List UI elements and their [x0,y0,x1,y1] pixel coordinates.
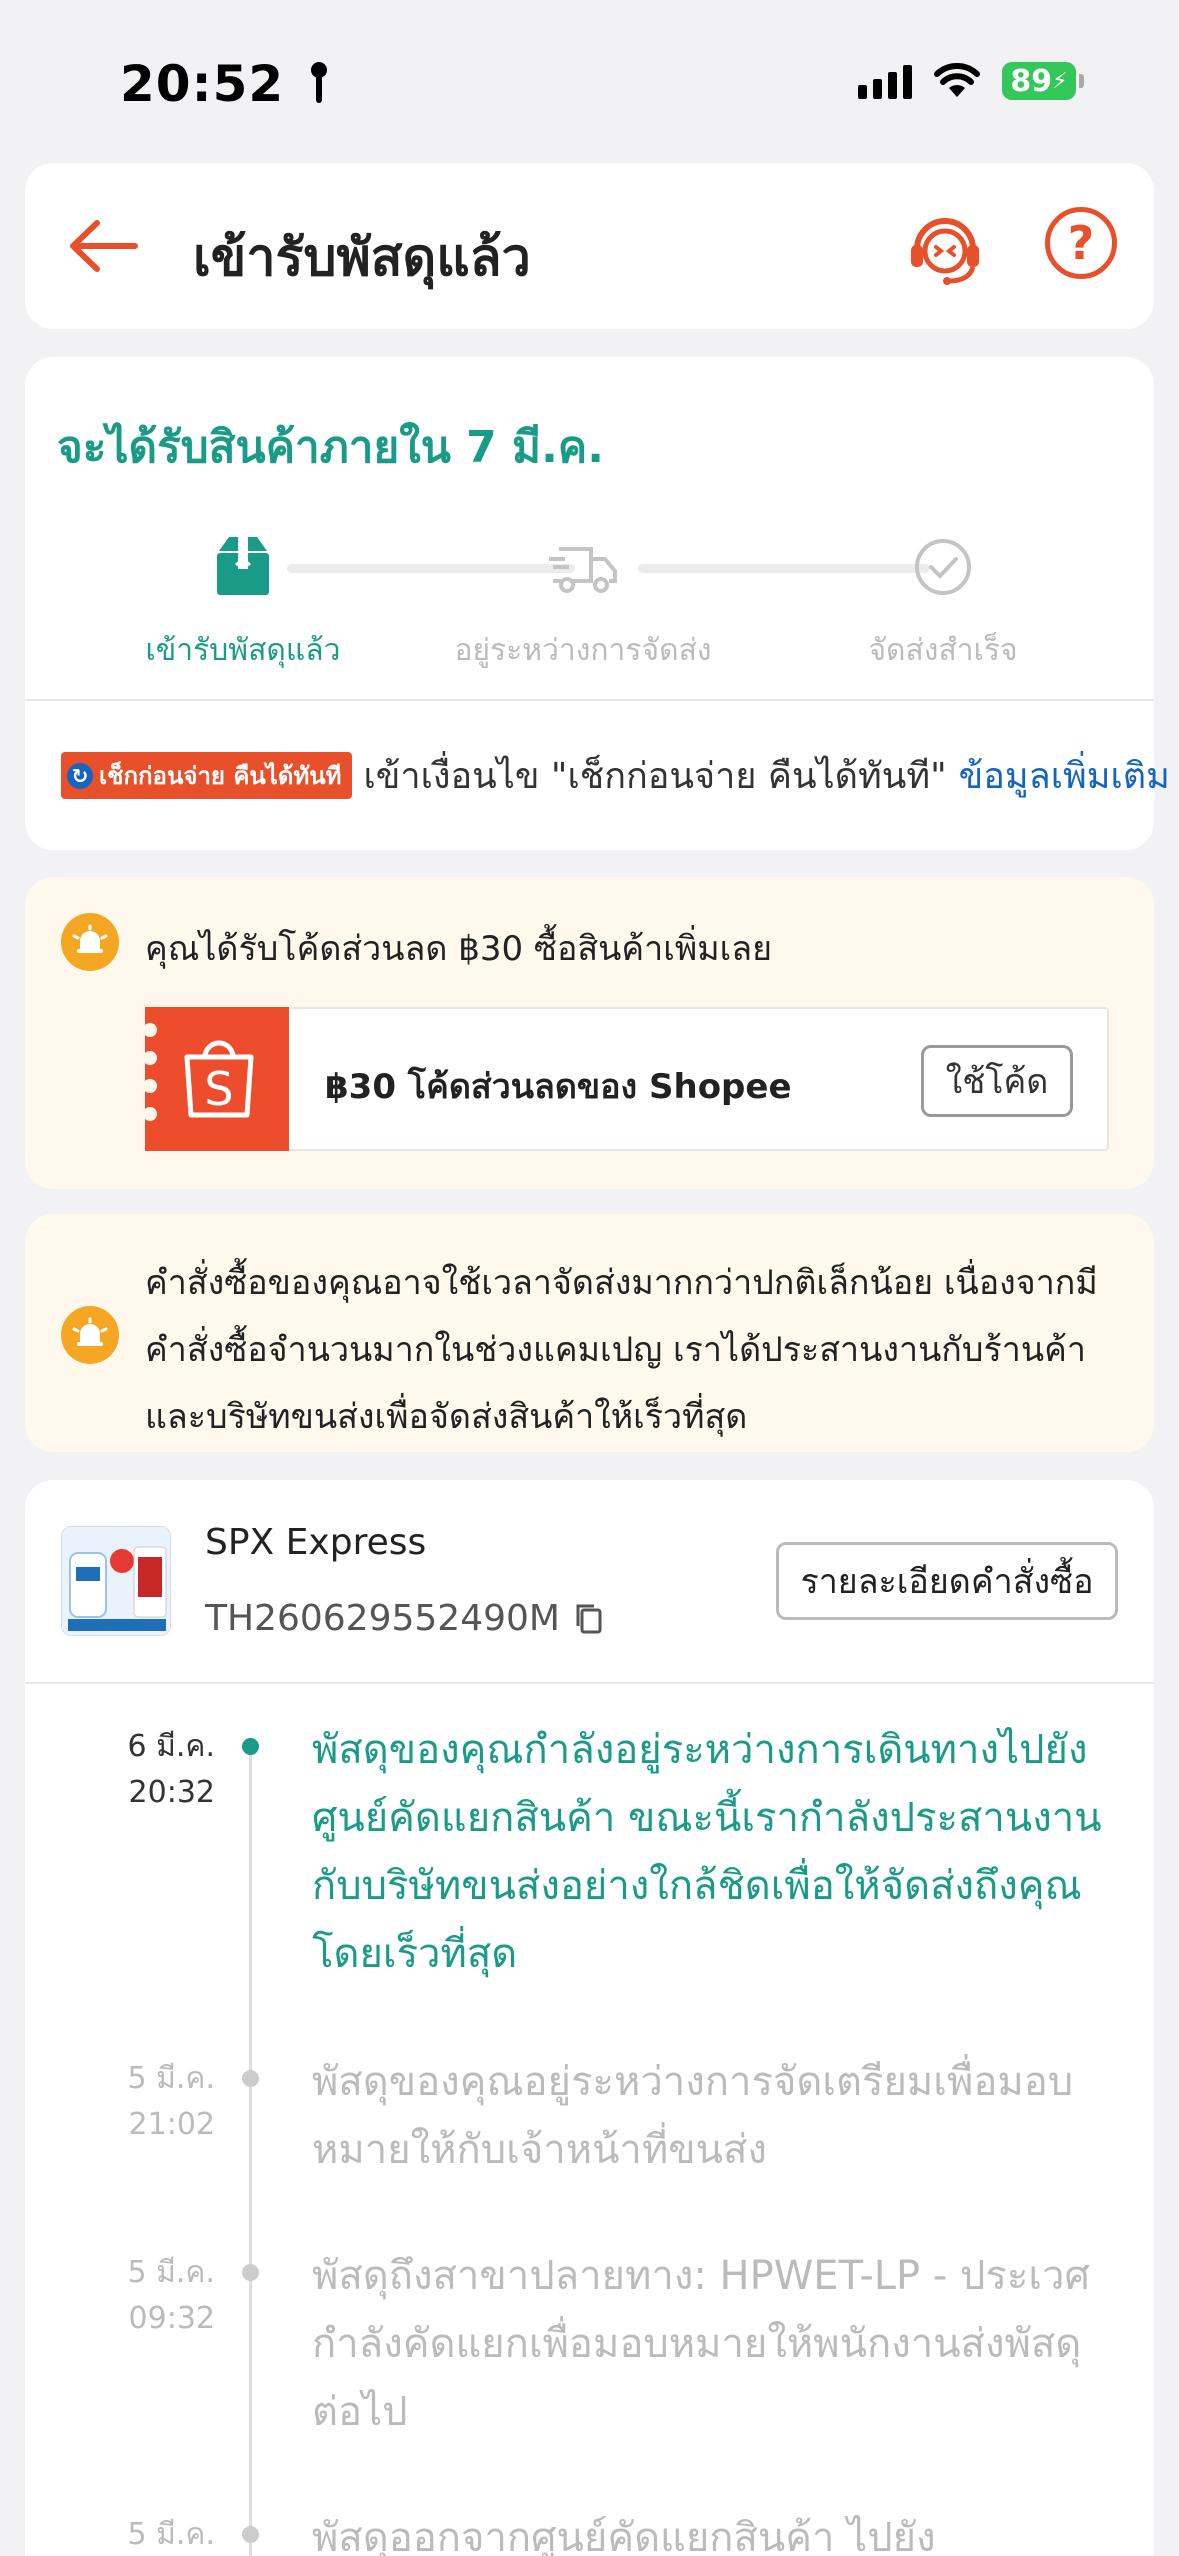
event-line: โดยเร็วที่สุด [312,1931,518,1977]
check-circle-icon [915,539,971,595]
event-description: พัสดุออกจากศูนย์คัดแยกสินค้า ไปยัง [312,2504,1122,2556]
event-datetime: 5 มี.ค. [65,2512,215,2556]
help-icon[interactable]: ? [1045,207,1117,279]
page-title: เข้ารับพัสดุแล้ว [193,228,531,288]
delivery-progress: เข้ารับพัสดุแล้ว อยู่ระหว่างการจัดส่ง จั… [25,517,1154,668]
timeline-dot [242,2264,259,2281]
back-arrow-icon[interactable] [63,211,143,281]
step-label-picked-up: เข้ารับพัสดุแล้ว [145,633,341,668]
event-line: พัสดุถึงสาขาปลายทาง: HPWET-LP - ประเวศ [312,2253,1090,2299]
voucher-ticket[interactable]: S ฿30 โค้ดส่วนลดของ Shopee ใช้โค้ด [143,1007,1109,1151]
notice-text: คำสั่งซื้อของคุณอาจใช้เวลาจัดส่งมากกว่าป… [145,1250,1125,1451]
status-bar: 20:52 89 ⚡ [0,0,1179,160]
event-line: ศูนย์คัดแยกสินค้า ขณะนี้เรากำลังประสานงา… [312,1795,1102,1841]
delivery-status-card: จะได้รับสินค้าภายใน 7 มี.ค. เข้ารับพัสดุ… [25,357,1170,850]
status-time: 20:52 [120,55,329,113]
notice-line: คำสั่งซื้อจำนวนมากในช่วงแคมเปญ เราได้ประ… [145,1330,1086,1370]
event-time: 21:02 [128,2107,215,2142]
event-time: 09:32 [128,2301,215,2336]
notice-line: และบริษัทขนส่งเพื่อจัดส่งสินค้าให้เร็วที… [145,1397,748,1437]
timeline-dot [242,2526,259,2543]
delivery-eta: จะได้รับสินค้าภายใน 7 มี.ค. [57,422,604,473]
event-line: หมายให้กับเจ้าหน้าที่ขนส่ง [312,2127,767,2173]
event-datetime: 6 มี.ค. 20:32 [65,1724,215,1816]
event-description: พัสดุถึงสาขาปลายทาง: HPWET-LP - ประเวศ ก… [312,2242,1122,2446]
cellular-signal-icon [858,63,912,99]
voucher-title: ฿30 โค้ดส่วนลดของ Shopee [325,1067,792,1107]
wifi-icon [934,63,980,97]
event-datetime: 5 มี.ค. 21:02 [65,2056,215,2148]
more-info-link[interactable]: ข้อมูลเพิ่มเติม [959,747,1170,804]
order-detail-button[interactable]: รายละเอียดคำสั่งซื้อ [776,1542,1118,1620]
step-label-delivered: จัดส่งสำเร็จ [868,633,1018,668]
event-date: 6 มี.ค. [127,1729,215,1764]
event-date: 5 มี.ค. [127,2517,215,2552]
copy-icon[interactable] [574,1602,604,1636]
event-line: กำลังคัดแยกเพื่อมอบหมายให้พนักงานส่งพัสด… [312,2321,1082,2367]
divider [25,699,1154,701]
tracking-number-row: TH260629552490M [205,1598,604,1639]
progress-line-1 [287,564,575,573]
shopee-logo: S [143,1007,289,1151]
event-line: พัสดุของคุณอยู่ระหว่างการจัดเตรียมเพื่อม… [312,2059,1074,2105]
tracking-card: SPX Express TH260629552490M รายละเอียดคำ… [25,1480,1154,2556]
event-line: กับบริษัทขนส่งอย่างใกล้ชิดเพื่อให้จัดส่ง… [312,1863,1082,1909]
event-line: พัสดุของคุณกำลังอยู่ระหว่างการเดินทางไปย… [312,1727,1088,1773]
cod-text: เข้าเงื่อนไข "เช็กก่อนจ่าย คืนได้ทันที" [363,756,947,797]
battery-level: 89 [1010,63,1053,99]
svg-text:S: S [204,1062,233,1116]
customer-support-icon[interactable] [903,205,987,289]
header-bar: เข้ารับพัสดุแล้ว ? [25,163,1154,329]
carrier-name: SPX Express [205,1522,427,1563]
step-label-in-transit: อยู่ระหว่างการจัดส่ง [454,633,712,668]
event-datetime: 5 มี.ค. 09:32 [65,2250,215,2342]
cod-info-row: ↻ เช็กก่อนจ่าย คืนได้ทันที เข้าเงื่อนไข … [61,747,1170,804]
event-description: พัสดุของคุณกำลังอยู่ระหว่างการเดินทางไปย… [312,1716,1122,1988]
event-date: 5 มี.ค. [127,2061,215,2096]
event-date: 5 มี.ค. [127,2255,215,2290]
battery-icon: 89 ⚡ [1002,62,1084,100]
product-thumbnail[interactable] [61,1526,171,1636]
divider [25,1682,1154,1684]
timeline-line [249,1738,252,2556]
bell-icon [61,913,119,971]
event-time: 20:32 [128,1775,215,1810]
event-description: พัสดุของคุณอยู่ระหว่างการจัดเตรียมเพื่อม… [312,2048,1122,2184]
voucher-message: คุณได้รับโค้ดส่วนลด ฿30 ซื้อสินค้าเพิ่มเ… [145,929,773,969]
delay-notice-banner: คำสั่งซื้อของคุณอาจใช้เวลาจัดส่งมากกว่าป… [25,1214,1154,1452]
event-line: พัสดุออกจากศูนย์คัดแยกสินค้า ไปยัง [312,2515,936,2556]
voucher-banner: คุณได้รับโค้ดส่วนลด ฿30 ซื้อสินค้าเพิ่มเ… [25,877,1154,1189]
use-code-button[interactable]: ใช้โค้ด [921,1045,1073,1117]
truck-icon [549,547,617,593]
tracking-number: TH260629552490M [205,1598,560,1639]
timeline-dot-active [242,1738,259,1755]
shopee-bag-icon: S [184,1040,254,1118]
progress-line-2 [638,564,930,573]
location-icon [310,62,327,103]
refresh-icon: ↻ [67,762,93,789]
status-indicators: 89 ⚡ [858,62,1084,100]
bell-icon [61,1306,119,1364]
timeline-dot [242,2070,259,2087]
notice-line: คำสั่งซื้อของคุณอาจใช้เวลาจัดส่งมากกว่าป… [145,1263,1098,1303]
cod-badge: ↻ เช็กก่อนจ่าย คืนได้ทันที [61,752,352,799]
event-line: ต่อไป [312,2389,408,2435]
package-icon [217,537,269,595]
